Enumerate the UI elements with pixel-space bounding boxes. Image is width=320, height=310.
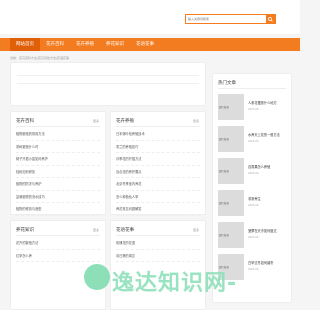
list-item[interactable]: 向日葵的寓意: [116, 250, 200, 262]
nav-home[interactable]: 网站首页: [10, 38, 40, 51]
section-title: 花卉养殖: [116, 119, 134, 124]
breadcrumb: 当前：花卉百科大全|花卉养殖方法|花语花事: [10, 56, 70, 60]
search-box[interactable]: [185, 14, 276, 24]
divider: [17, 75, 199, 76]
divider: [218, 88, 286, 89]
more-link[interactable]: 更多: [193, 119, 199, 123]
divider: [116, 126, 200, 127]
search-icon: [268, 16, 273, 22]
search-button[interactable]: [266, 15, 275, 23]
section-baike: 花卉百科 更多 植物繁殖的常用方法 茶树繁殖什么时 橘子扦插小苗如何养护 桂树如…: [10, 111, 106, 216]
article-thumbnail[interactable]: 图片暂无: [218, 190, 244, 216]
nav-huayu[interactable]: 花语花事: [130, 38, 160, 51]
article-title[interactable]: 菠萝在天冷如何度过: [248, 228, 277, 233]
article-title[interactable]: 水养天上花的一般方法: [248, 132, 280, 137]
article-title[interactable]: 百香果怎么养殖: [248, 164, 270, 169]
thumb-placeholder-text: 图片暂无: [219, 234, 230, 237]
section-title: 养花知识: [16, 228, 34, 233]
divider: [116, 235, 200, 236]
article-title[interactable]: 非常养生: [248, 196, 261, 201]
divider: [16, 126, 100, 127]
main-nav: 网站首页 花卉百科 花卉养殖 养花知识 花语花事: [0, 38, 300, 51]
article-date: 2023-06: [248, 268, 259, 271]
section-yangzhi: 花卉养殖 更多 日本落叶松养殖技术 墨兰的养殖技巧 月季花的扦插方法 百合花的养…: [110, 111, 206, 216]
divider: [16, 235, 100, 236]
list-item[interactable]: 墨兰的养殖技巧: [116, 141, 200, 153]
header-bar: [0, 0, 300, 34]
watermark-text: 逸达知识网-: [112, 271, 238, 296]
list-item[interactable]: 茶树繁殖什么时: [16, 141, 100, 153]
list-item[interactable]: 植物的防冻与养护: [16, 178, 100, 191]
list-item[interactable]: 北京冬季室内养花: [116, 178, 200, 191]
list-item[interactable]: 盆栽植物的浇水技巧: [16, 191, 100, 203]
article-date: 2023-06: [248, 236, 259, 239]
list-item[interactable]: 月季花的扦插方法: [116, 153, 200, 166]
list-item[interactable]: 怎么种植仙人掌: [116, 191, 200, 203]
section-title: 花卉百科: [16, 119, 34, 124]
more-link[interactable]: 更多: [93, 119, 99, 123]
list-item[interactable]: 桂树如何修剪: [16, 166, 100, 178]
list-item[interactable]: 花卉的繁殖方法: [16, 237, 100, 250]
sidebar-title: 热门文章: [218, 81, 236, 86]
list-item[interactable]: 橘子扦插小苗如何养护: [16, 153, 100, 166]
article-date: 2023-06: [248, 140, 259, 143]
list-item[interactable]: 植物繁殖的常用方法: [16, 128, 100, 141]
list-item[interactable]: 红掌怎么养: [16, 250, 100, 262]
thumb-placeholder-text: 图片暂无: [219, 106, 230, 109]
list-item[interactable]: 养花常见问题解答: [116, 203, 200, 216]
hot-article[interactable]: 图片暂无 百香果怎么养殖 2023-06: [218, 158, 287, 186]
hot-article[interactable]: 图片暂无 非常养生 2023-06: [218, 190, 287, 218]
banner-panel: [10, 62, 206, 106]
list-item[interactable]: 植物的修剪与造型: [16, 203, 100, 216]
thumb-placeholder-text: 图片暂无: [219, 202, 230, 205]
article-date: 2023-06: [248, 108, 259, 111]
search-input[interactable]: [186, 15, 266, 23]
list-item[interactable]: 百合花的养护要点: [116, 166, 200, 178]
article-title[interactable]: 人参花摆放什么地方: [248, 100, 277, 105]
article-title[interactable]: 白掌过冬如何越冬: [248, 260, 274, 265]
article-thumbnail[interactable]: 图片暂无: [218, 158, 244, 184]
hot-article[interactable]: 图片暂无 菠萝在天冷如何度过 2023-06: [218, 222, 287, 250]
article-thumbnail[interactable]: 图片暂无: [218, 94, 244, 120]
list-item[interactable]: 日本落叶松养殖技术: [116, 128, 200, 141]
article-thumbnail[interactable]: 图片暂无: [218, 126, 244, 152]
thumb-placeholder-text: 图片暂无: [219, 170, 230, 173]
list-item[interactable]: 玫瑰花的花语: [116, 237, 200, 250]
watermark-logo-icon: [84, 264, 110, 290]
divider: [17, 83, 199, 84]
article-date: 2023-06: [248, 204, 259, 207]
more-link[interactable]: 更多: [93, 228, 99, 232]
hot-article[interactable]: 图片暂无 水养天上花的一般方法 2023-06: [218, 126, 287, 154]
article-thumbnail[interactable]: 图片暂无: [218, 222, 244, 248]
nav-zhishi[interactable]: 养花知识: [100, 38, 130, 51]
hot-article[interactable]: 图片暂无 人参花摆放什么地方 2023-06: [218, 94, 287, 122]
nav-yangzhi[interactable]: 花卉养殖: [70, 38, 100, 51]
more-link[interactable]: 更多: [193, 228, 199, 232]
article-date: 2023-06: [248, 172, 259, 175]
thumb-placeholder-text: 图片暂无: [219, 138, 230, 141]
section-title: 花语花事: [116, 228, 134, 233]
nav-baike[interactable]: 花卉百科: [40, 38, 70, 51]
